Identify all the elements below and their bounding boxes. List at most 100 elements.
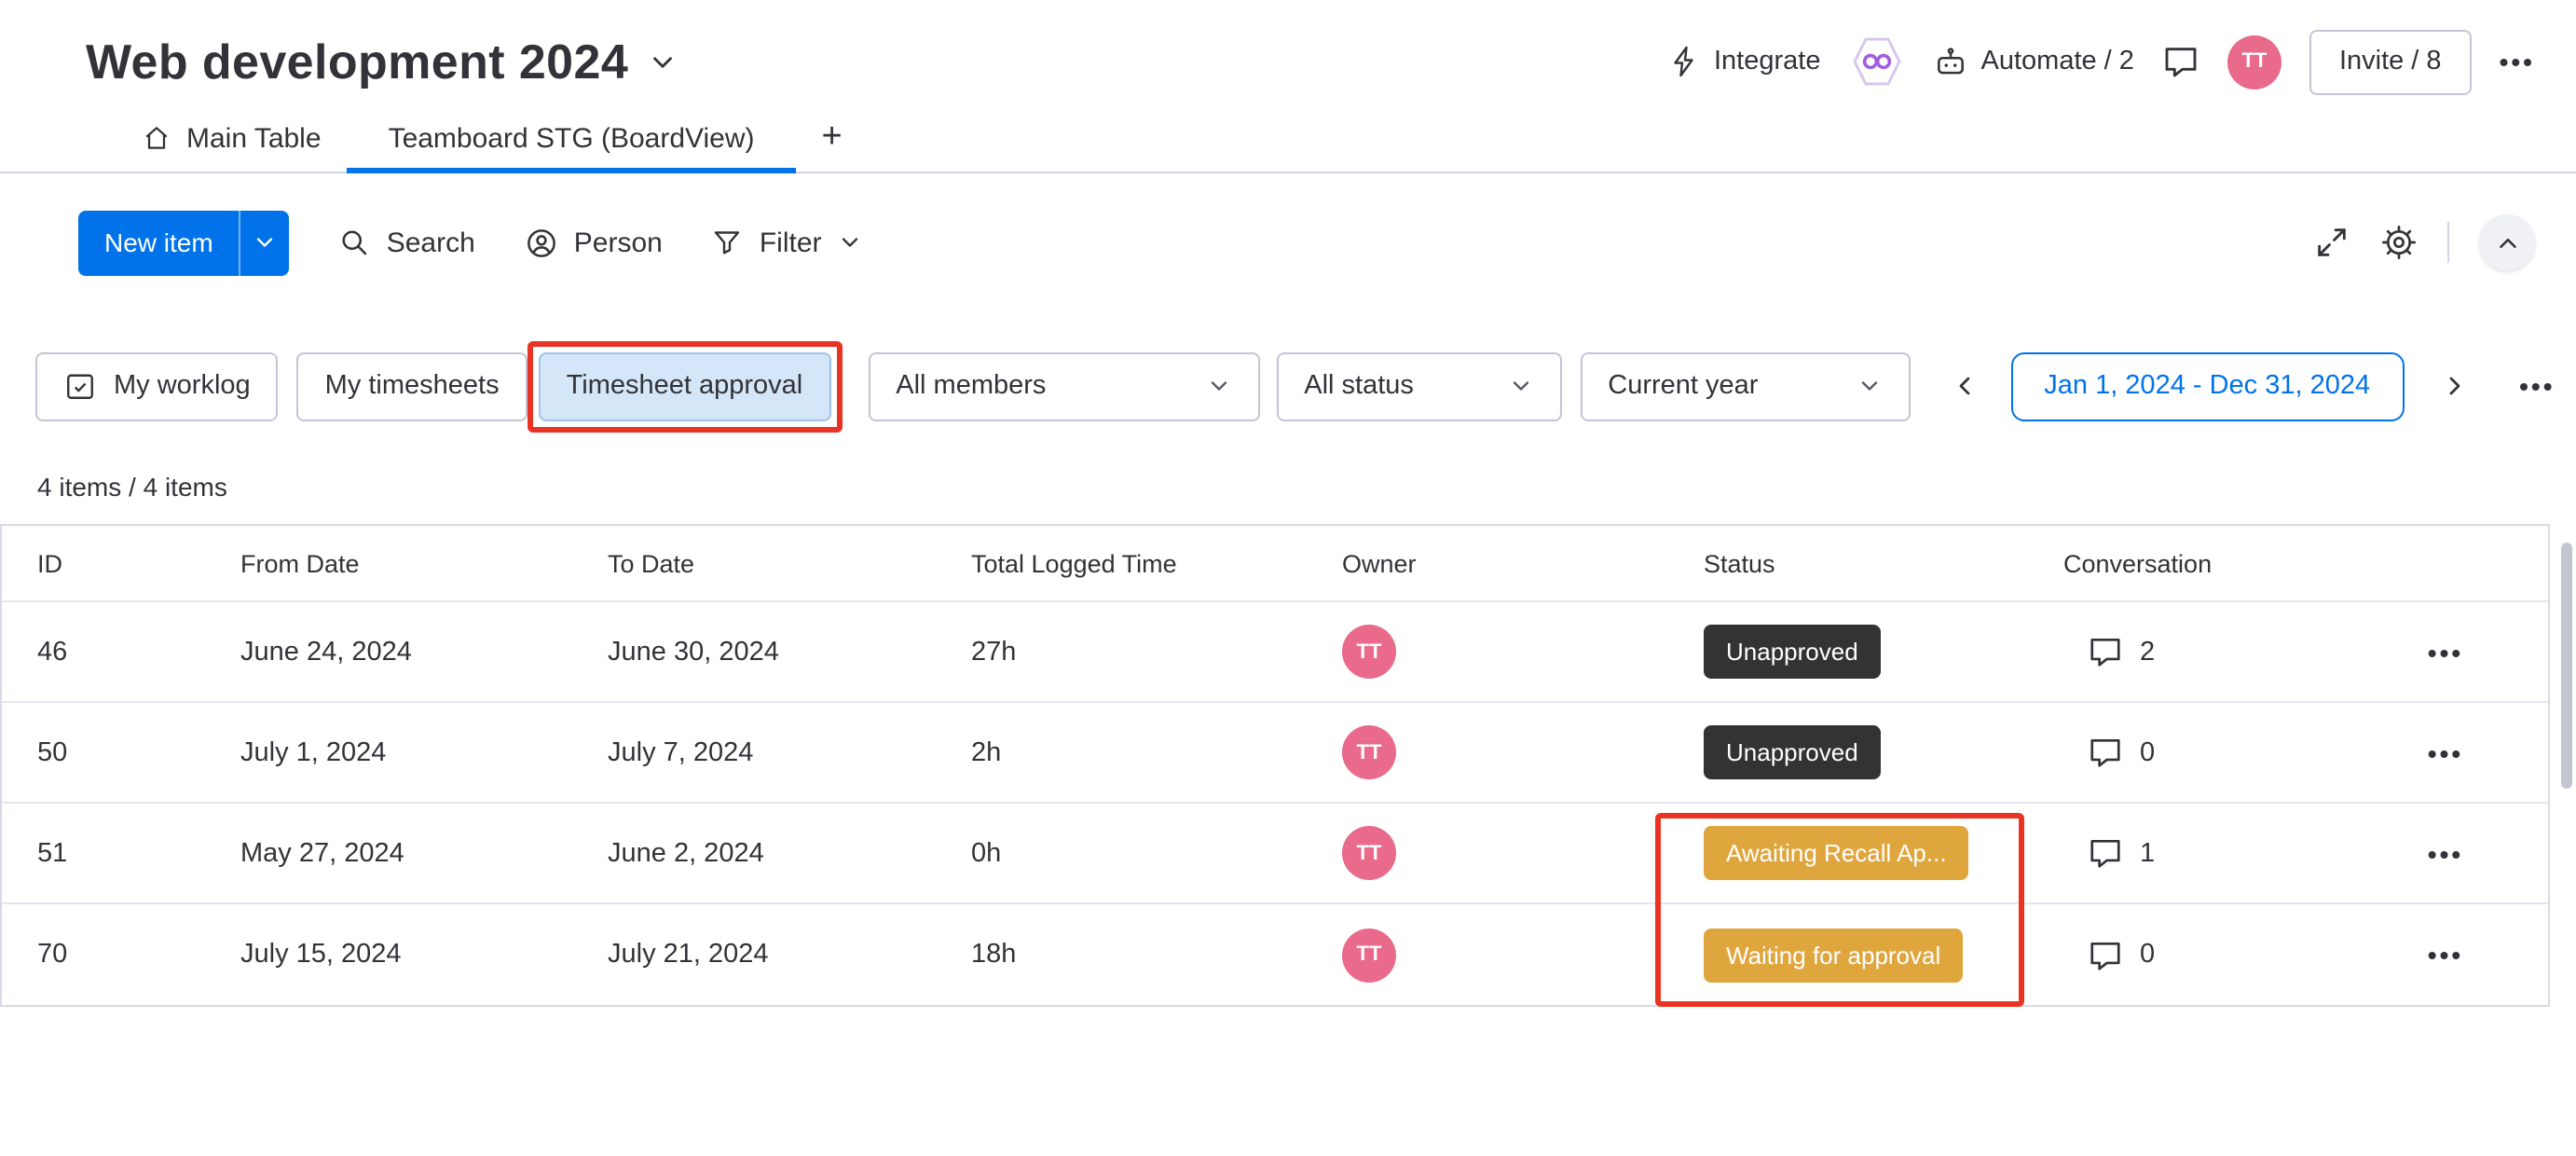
- settings-gear-button[interactable]: [2380, 224, 2418, 261]
- invite-button[interactable]: Invite / 8: [2309, 29, 2472, 94]
- conversation-cell[interactable]: 1: [2063, 835, 2343, 871]
- conversation-count: 0: [2140, 737, 2156, 767]
- chevron-down-icon: [1856, 373, 1882, 399]
- integrate-button[interactable]: Integrate: [1667, 45, 1821, 78]
- collapse-toolbar-button[interactable]: [2479, 214, 2535, 270]
- status-select-value: All status: [1304, 371, 1414, 401]
- chevron-down-icon: [1205, 373, 1231, 399]
- cell-from-date: July 15, 2024: [240, 940, 402, 970]
- my-timesheets-label: My timesheets: [324, 371, 500, 401]
- conversation-cell[interactable]: 0: [2063, 735, 2343, 770]
- owner-avatar[interactable]: TT: [1342, 928, 1396, 982]
- speech-bubble-icon: [2088, 835, 2123, 871]
- cell-from-date: July 1, 2024: [240, 737, 387, 767]
- conversation-cell[interactable]: 0: [2063, 937, 2343, 972]
- status-badge[interactable]: Unapproved: [1704, 625, 1881, 679]
- automate-button[interactable]: Automate / 2: [1933, 44, 2134, 79]
- home-icon: [142, 123, 171, 153]
- scrollbar-thumb[interactable]: [2561, 543, 2572, 789]
- chevron-down-icon: [837, 229, 863, 255]
- speech-bubble-icon: [2088, 634, 2123, 669]
- my-worklog-button[interactable]: My worklog: [35, 351, 279, 420]
- column-header-id[interactable]: ID: [37, 549, 240, 577]
- tab-board-view-label: Teamboard STG (BoardView): [388, 122, 755, 154]
- row-more-button[interactable]: •••: [2428, 737, 2463, 767]
- status-badge[interactable]: Unapproved: [1704, 725, 1881, 779]
- speech-bubble-icon: [2088, 735, 2123, 770]
- new-item-split-button: New item: [78, 210, 290, 275]
- next-period-button[interactable]: [2433, 351, 2474, 420]
- integrate-icon: [1667, 45, 1701, 78]
- owner-avatar[interactable]: TT: [1342, 826, 1396, 880]
- items-table: ID From Date To Date Total Logged Time O…: [0, 524, 2550, 1007]
- search-label: Search: [386, 227, 475, 258]
- column-header-to-date[interactable]: To Date: [608, 549, 971, 577]
- integration-hexagon-icon: [1849, 35, 1905, 88]
- table-row[interactable]: 50 July 1, 2024 July 7, 2024 2h TT Unapp…: [2, 703, 2548, 804]
- toolbar-divider: [2447, 222, 2449, 263]
- column-header-status[interactable]: Status: [1704, 549, 2063, 577]
- filter-more-button[interactable]: •••: [2519, 371, 2555, 401]
- view-tabs: Main Table Teamboard STG (BoardView) +: [0, 104, 2576, 173]
- chevron-down-icon[interactable]: [647, 46, 678, 77]
- owner-avatar[interactable]: TT: [1342, 625, 1396, 679]
- person-icon: [524, 225, 559, 260]
- column-header-conversation[interactable]: Conversation: [2063, 549, 2343, 577]
- my-worklog-label: My worklog: [114, 371, 251, 401]
- cell-id: 51: [37, 838, 68, 868]
- members-select-value: All members: [896, 371, 1047, 401]
- tab-board-view[interactable]: Teamboard STG (BoardView): [347, 104, 797, 173]
- row-more-button[interactable]: •••: [2428, 940, 2463, 970]
- person-filter-button[interactable]: Person: [524, 225, 663, 260]
- previous-period-button[interactable]: [1943, 351, 1984, 420]
- cell-to-date: June 30, 2024: [608, 637, 779, 667]
- new-item-dropdown-button[interactable]: [239, 210, 290, 275]
- cell-to-date: July 7, 2024: [608, 737, 754, 767]
- owner-avatar[interactable]: TT: [1342, 725, 1396, 779]
- status-badge[interactable]: Waiting for approval: [1704, 928, 1964, 982]
- integrate-label: Integrate: [1714, 47, 1821, 76]
- chat-button[interactable]: [2162, 43, 2199, 80]
- row-more-button[interactable]: •••: [2428, 637, 2463, 667]
- cell-to-date: July 21, 2024: [608, 940, 769, 970]
- row-more-button[interactable]: •••: [2428, 838, 2463, 868]
- column-header-from-date[interactable]: From Date: [240, 549, 608, 577]
- conversation-count: 1: [2140, 838, 2156, 868]
- period-select-value: Current year: [1608, 371, 1759, 401]
- tab-main-table-label: Main Table: [186, 122, 322, 154]
- filter-label: Filter: [759, 227, 822, 258]
- date-range-button[interactable]: Jan 1, 2024 - Dec 31, 2024: [2010, 351, 2405, 420]
- filter-button[interactable]: Filter: [711, 226, 863, 259]
- funnel-icon: [711, 226, 745, 259]
- search-icon: [338, 226, 372, 259]
- chevron-down-icon: [1507, 373, 1533, 399]
- table-row[interactable]: 70 July 15, 2024 July 21, 2024 18h TT Wa…: [2, 904, 2548, 1005]
- add-view-button[interactable]: +: [796, 104, 869, 172]
- search-button[interactable]: Search: [338, 226, 475, 259]
- new-item-button[interactable]: New item: [78, 210, 240, 275]
- conversation-cell[interactable]: 2: [2063, 634, 2343, 669]
- cell-id: 70: [37, 940, 68, 970]
- calendar-check-icon: [63, 369, 97, 403]
- items-summary: 4 items / 4 items: [37, 472, 227, 502]
- members-select[interactable]: All members: [868, 351, 1260, 420]
- board-header: Web development 2024 Integrate Automate …: [0, 0, 2576, 104]
- board-page: Web development 2024 Integrate Automate …: [0, 0, 2576, 1156]
- cell-id: 46: [37, 637, 68, 667]
- tab-main-table[interactable]: Main Table: [116, 104, 348, 172]
- table-row[interactable]: 51 May 27, 2024 June 2, 2024 0h TT Await…: [2, 804, 2548, 904]
- cell-total-logged-time: 0h: [971, 838, 1002, 868]
- board-title[interactable]: Web development 2024: [86, 33, 628, 90]
- timesheet-approval-label: Timesheet approval: [566, 371, 803, 401]
- more-options-button[interactable]: •••: [2500, 47, 2535, 76]
- timesheet-approval-button[interactable]: Timesheet approval: [527, 340, 843, 432]
- period-select[interactable]: Current year: [1580, 351, 1911, 420]
- status-select[interactable]: All status: [1276, 351, 1562, 420]
- table-row[interactable]: 46 June 24, 2024 June 30, 2024 27h TT Un…: [2, 602, 2548, 703]
- my-timesheets-button[interactable]: My timesheets: [296, 351, 528, 420]
- column-header-owner[interactable]: Owner: [1342, 549, 1704, 577]
- status-badge[interactable]: Awaiting Recall Ap...: [1704, 826, 1969, 880]
- avatar[interactable]: TT: [2227, 34, 2281, 89]
- expand-view-button[interactable]: [2313, 224, 2350, 261]
- column-header-total-logged-time[interactable]: Total Logged Time: [971, 549, 1342, 577]
